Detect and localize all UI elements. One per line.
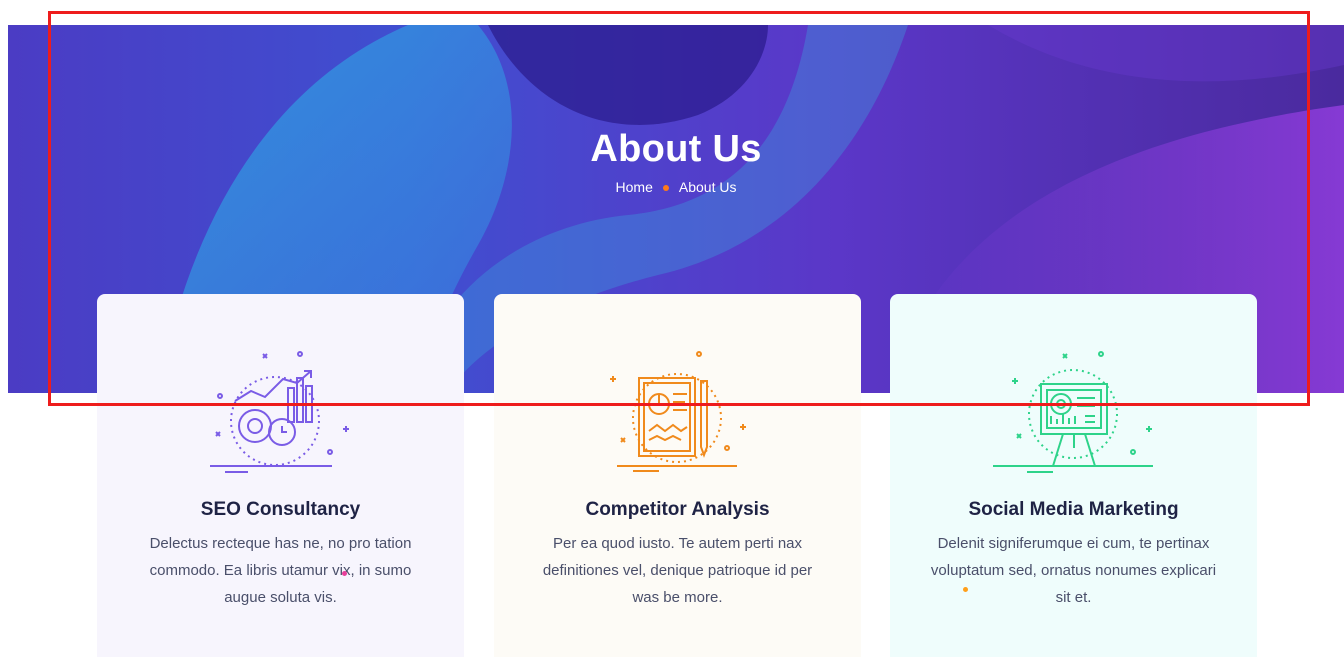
page-title: About Us	[590, 128, 762, 170]
breadcrumb-separator-dot	[662, 184, 669, 191]
service-title: Competitor Analysis	[585, 499, 770, 520]
breadcrumb: Home About Us	[8, 179, 1344, 195]
service-card-seo: SEO Consultancy Delectus recteque has ne…	[97, 294, 464, 657]
service-description: Per ea quod iusto. Te autem perti nax de…	[542, 535, 813, 606]
breadcrumb-home-link[interactable]: Home	[616, 179, 653, 195]
service-card-social: Social Media Marketing Delenit signiferu…	[890, 294, 1257, 657]
breadcrumb-current: About Us	[678, 179, 737, 195]
service-title: Social Media Marketing	[968, 499, 1179, 520]
decorative-dot	[963, 587, 968, 592]
report-document-icon	[610, 351, 746, 472]
presentation-board-icon	[993, 351, 1153, 473]
service-title: SEO Consultancy	[200, 499, 361, 520]
service-description: Delectus recteque has ne, no pro tation …	[149, 535, 412, 606]
seo-gears-chart-icon	[210, 351, 349, 473]
decorative-dot	[342, 571, 347, 576]
service-card-competitor: Competitor Analysis Per ea quod iusto. T…	[494, 294, 861, 657]
service-description: Delenit signiferumque ei cum, te pertina…	[930, 535, 1217, 606]
